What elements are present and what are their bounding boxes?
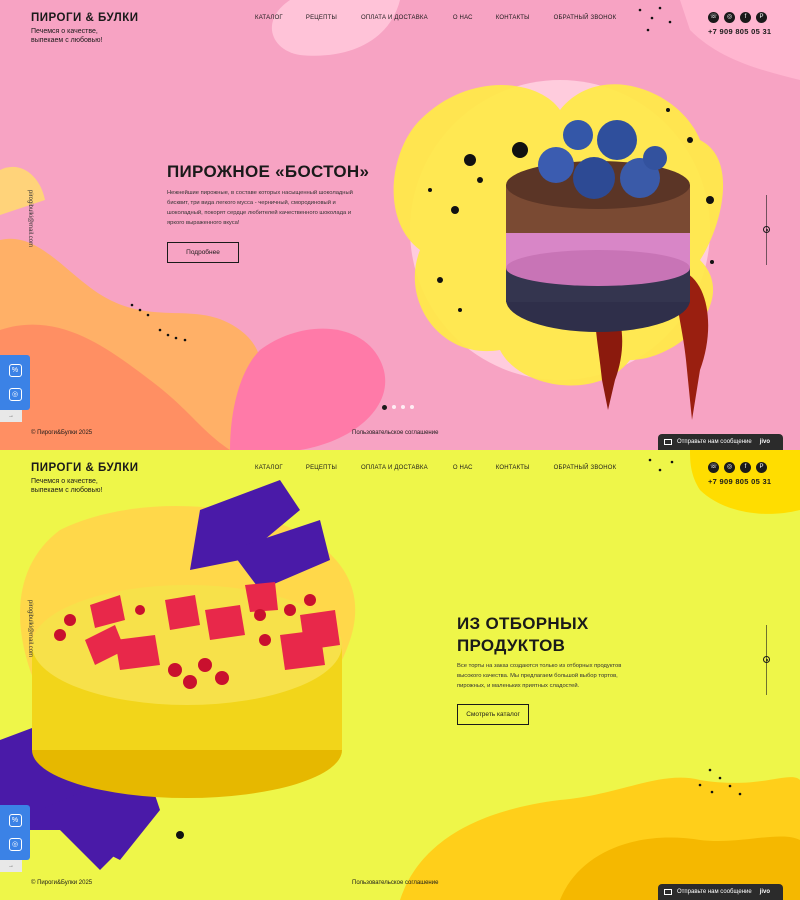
discount-icon[interactable]: % [8,364,22,378]
chat-brand: jivo [759,439,771,445]
chat-label: Отправьте нам сообщение [677,439,752,445]
side-widget: % ◎ → [0,355,30,422]
side-widget-panel: % ◎ [0,805,30,860]
instagram-icon[interactable]: ◎ [724,12,735,23]
vertical-email[interactable]: pirogibulki@mail.com [27,190,33,247]
facebook-icon[interactable]: f [740,462,751,473]
copyright: © Пироги&Булки 2025 [31,880,93,886]
scroll-indicator[interactable] [763,656,770,663]
chat-brand: jivo [759,889,771,895]
hero-title: ИЗ ОТБОРНЫХ ПРОДУКТОВ [457,614,589,655]
slider-dot[interactable] [392,405,396,409]
logo[interactable]: ПИРОГИ & БУЛКИ Печемся о качестве, выпек… [31,12,139,45]
nav-contacts[interactable]: КОНТАКТЫ [496,15,530,21]
nav-catalog[interactable]: КАТАЛОГ [255,465,283,471]
mail-icon [664,439,672,445]
nav-callback[interactable]: ОБРАТНЫЙ ЗВОНОК [554,15,617,21]
slider-dots [382,405,414,410]
hero-description: Все торты на заказ создаются только из о… [457,663,622,689]
logo-tagline: Печемся о качестве, выпекаем с любовью! [31,28,103,44]
logo-tagline: Печемся о качестве, выпекаем с любовью! [31,478,103,494]
hero-slide-products: ПИРОГИ & БУЛКИ Печемся о качестве, выпек… [0,450,800,900]
yellow-cake-image [32,582,342,798]
instagram-icon[interactable]: ◎ [724,462,735,473]
scroll-indicator[interactable] [763,226,770,233]
logo-title: ПИРОГИ & БУЛКИ [31,12,139,24]
social-links: ☏ ◎ f P [708,12,767,23]
copyright: © Пироги&Булки 2025 [31,430,93,436]
decorative-background [0,450,800,900]
main-nav: КАТАЛОГ РЕЦЕПТЫ ОПЛАТА И ДОСТАВКА О НАС … [255,15,616,21]
nav-contacts[interactable]: КОНТАКТЫ [496,465,530,471]
nav-about[interactable]: О НАС [453,15,473,21]
main-nav: КАТАЛОГ РЕЦЕПТЫ ОПЛАТА И ДОСТАВКА О НАС … [255,465,616,471]
nav-catalog[interactable]: КАТАЛОГ [255,15,283,21]
chat-widget[interactable]: Отправьте нам сообщение jivo [658,884,783,900]
slider-dot[interactable] [382,405,387,410]
slider-dot[interactable] [401,405,405,409]
slider-dot[interactable] [410,405,414,409]
chat-widget[interactable]: Отправьте нам сообщение jivo [658,434,783,450]
discount-icon[interactable]: % [8,814,22,828]
social-links: ☏ ◎ f P [708,462,767,473]
facebook-icon[interactable]: f [740,12,751,23]
instagram-icon[interactable]: ◎ [8,837,22,851]
logo-title: ПИРОГИ & БУЛКИ [31,462,139,474]
nav-payment-delivery[interactable]: ОПЛАТА И ДОСТАВКА [361,465,428,471]
phone-number[interactable]: +7 909 805 05 31 [708,477,771,486]
hero-description: Нежнейшие пирожные, в составе которых на… [167,190,353,226]
nav-callback[interactable]: ОБРАТНЫЙ ЗВОНОК [554,465,617,471]
nav-about[interactable]: О НАС [453,465,473,471]
pinterest-icon[interactable]: P [756,12,767,23]
hero-slide-boston: ПИРОГИ & БУЛКИ Печемся о качестве, выпек… [0,0,800,450]
user-agreement-link[interactable]: Пользовательское соглашение [352,880,438,886]
whatsapp-icon[interactable]: ☏ [708,12,719,23]
side-widget-panel: % ◎ [0,355,30,410]
phone-number[interactable]: +7 909 805 05 31 [708,27,771,36]
hero-title: ПИРОЖНОЕ «БОСТОН» [167,162,370,181]
nav-recipes[interactable]: РЕЦЕПТЫ [306,15,337,21]
instagram-icon[interactable]: ◎ [8,387,22,401]
view-catalog-button[interactable]: Смотреть каталог [457,704,529,725]
whatsapp-icon[interactable]: ☏ [708,462,719,473]
nav-recipes[interactable]: РЕЦЕПТЫ [306,465,337,471]
user-agreement-link[interactable]: Пользовательское соглашение [352,430,438,436]
pinterest-icon[interactable]: P [756,462,767,473]
nav-payment-delivery[interactable]: ОПЛАТА И ДОСТАВКА [361,15,428,21]
collapse-arrow-icon[interactable]: → [0,410,22,422]
details-button[interactable]: Подробнее [167,242,239,263]
decorative-background [0,0,800,450]
chat-label: Отправьте нам сообщение [677,889,752,895]
collapse-arrow-icon[interactable]: → [0,860,22,872]
vertical-email[interactable]: pirogibulki@mail.com [27,600,33,657]
side-widget: % ◎ → [0,805,30,872]
mail-icon [664,889,672,895]
logo[interactable]: ПИРОГИ & БУЛКИ Печемся о качестве, выпек… [31,462,139,495]
